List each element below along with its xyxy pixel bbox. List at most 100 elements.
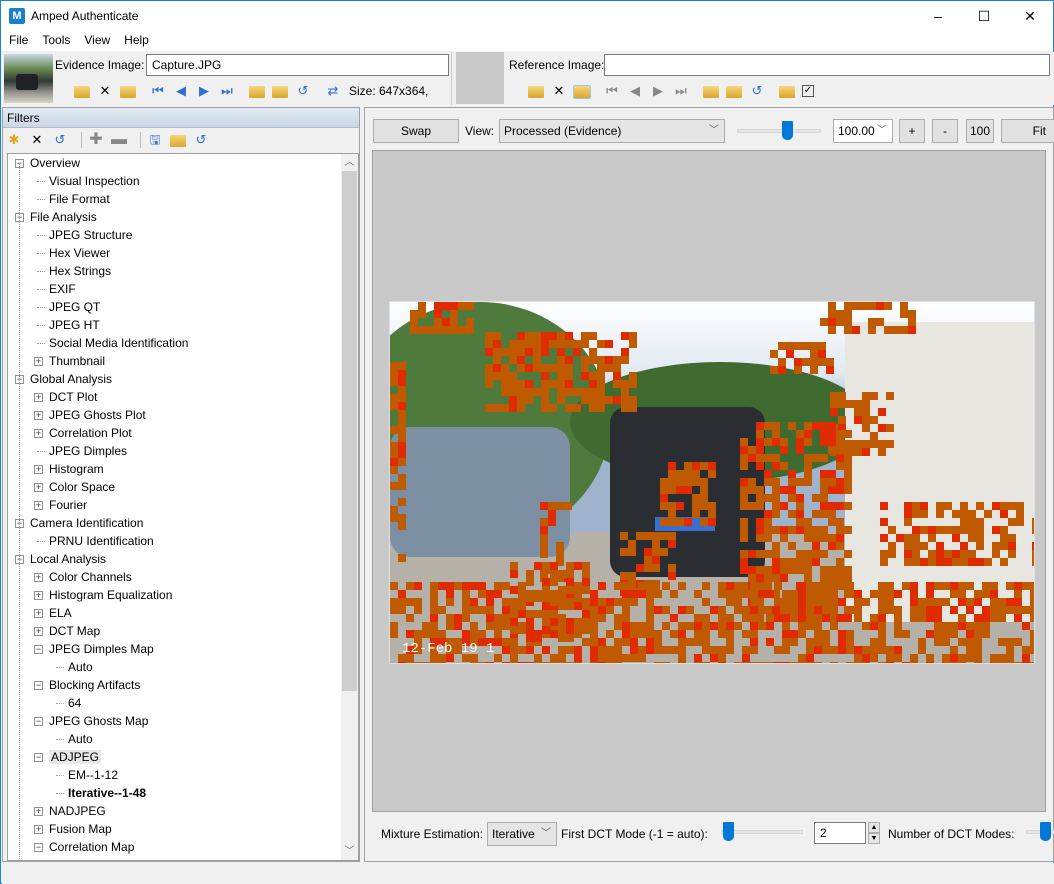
expand-icon[interactable]: + bbox=[34, 627, 43, 636]
expand-icon[interactable]: + bbox=[34, 465, 43, 474]
tree-item[interactable]: Fourier bbox=[49, 496, 87, 514]
ref-last-icon[interactable]: ⏭ bbox=[673, 83, 689, 99]
expand-icon[interactable]: + bbox=[34, 609, 43, 618]
export-folder-icon[interactable] bbox=[249, 86, 265, 98]
first-dct-mode-slider-thumb[interactable] bbox=[723, 822, 735, 841]
export-icon[interactable] bbox=[120, 86, 136, 98]
tree-item[interactable]: Auto bbox=[68, 658, 93, 676]
tree-item[interactable]: EM--1-12 bbox=[68, 766, 118, 784]
tree-item[interactable]: JPEG HT bbox=[49, 316, 100, 334]
scroll-down-icon[interactable]: ﹀ bbox=[341, 843, 358, 860]
ref-previous-icon[interactable]: ◀ bbox=[627, 83, 643, 99]
collapse-icon[interactable]: − bbox=[34, 717, 43, 726]
tree-item[interactable]: JPEG Ghosts Plot bbox=[49, 406, 146, 424]
tree-item[interactable]: File Analysis bbox=[30, 208, 97, 226]
save-icon[interactable]: 🖫 bbox=[147, 132, 163, 148]
tree-item[interactable]: Blocking Artifacts bbox=[49, 676, 140, 694]
tree-item[interactable]: JPEG QT bbox=[49, 298, 100, 316]
last-icon[interactable]: ⏭ bbox=[219, 83, 235, 99]
reset-icon[interactable]: ↺ bbox=[52, 132, 68, 148]
zoom-slider-thumb[interactable] bbox=[782, 121, 794, 140]
zoom-select[interactable]: 100.00 ﹀ bbox=[833, 119, 893, 143]
tree-item[interactable]: JPEG Dimples bbox=[49, 442, 127, 460]
ref-close-icon[interactable]: ✕ bbox=[551, 83, 567, 99]
fit-button[interactable]: Fit bbox=[1001, 119, 1054, 143]
zoom-in-button[interactable]: + bbox=[899, 119, 925, 143]
open-folder-icon[interactable] bbox=[74, 86, 90, 98]
reload-icon[interactable]: ↺ bbox=[295, 83, 311, 99]
tree-item[interactable]: ADJPEG bbox=[49, 748, 102, 766]
evidence-image-field[interactable]: Capture.JPG bbox=[146, 54, 449, 76]
refresh-icon[interactable]: ↺ bbox=[193, 132, 209, 148]
zoom-100-button[interactable]: 100 bbox=[966, 119, 994, 143]
new-filter-icon[interactable]: ✱ bbox=[6, 132, 22, 148]
menu-file[interactable]: File bbox=[1, 31, 35, 47]
tree-item[interactable]: Social Media Identification bbox=[49, 334, 188, 352]
scroll-thumb[interactable] bbox=[342, 171, 357, 691]
tree-item[interactable]: Hex Viewer bbox=[49, 244, 110, 262]
collapse-icon[interactable]: − bbox=[34, 753, 43, 762]
swap-button[interactable]: Swap bbox=[373, 119, 459, 143]
ref-next-icon[interactable]: ▶ bbox=[650, 83, 666, 99]
tree-item[interactable]: Correlation Plot bbox=[49, 424, 132, 442]
maximize-button[interactable]: ☐ bbox=[961, 1, 1007, 31]
tree-item[interactable]: Histogram Equalization bbox=[49, 586, 172, 604]
previous-icon[interactable]: ◀ bbox=[173, 83, 189, 99]
zoom-slider[interactable] bbox=[737, 129, 821, 133]
expand-icon[interactable]: + bbox=[34, 825, 43, 834]
expand-icon[interactable]: + bbox=[34, 807, 43, 816]
tree-item[interactable]: Overview bbox=[30, 154, 80, 172]
swap-icon[interactable]: ⇄ bbox=[325, 83, 341, 99]
menu-tools[interactable]: Tools bbox=[35, 31, 77, 47]
expand-icon[interactable]: + bbox=[34, 591, 43, 600]
menu-view[interactable]: View bbox=[77, 31, 117, 47]
view-select[interactable]: Processed (Evidence) ﹀ bbox=[499, 119, 725, 143]
close-window-button[interactable]: ✕ bbox=[1007, 1, 1053, 31]
ref-remove-folder-icon[interactable] bbox=[726, 86, 742, 98]
tree-item[interactable]: Auto bbox=[68, 730, 93, 748]
spin-up-icon[interactable]: ▲ bbox=[868, 822, 880, 833]
ref-export-icon[interactable] bbox=[573, 85, 591, 99]
tree-item[interactable]: Visual Inspection bbox=[49, 172, 140, 190]
collapse-icon[interactable]: − bbox=[34, 843, 43, 852]
tree-item[interactable]: Local Analysis bbox=[30, 550, 106, 568]
tree-item[interactable]: NADJPEG bbox=[49, 802, 106, 820]
expand-icon[interactable]: + bbox=[34, 411, 43, 420]
reference-image-field[interactable] bbox=[604, 54, 1050, 76]
expand-icon[interactable]: + bbox=[34, 357, 43, 366]
checkbox-icon[interactable]: ✓ bbox=[802, 85, 814, 97]
next-icon[interactable]: ▶ bbox=[196, 83, 212, 99]
ref-open-folder-icon[interactable] bbox=[528, 86, 544, 98]
zoom-out-button[interactable]: - bbox=[932, 119, 958, 143]
tree-item[interactable]: JPEG Dimples Map bbox=[49, 640, 154, 658]
first-icon[interactable]: ⏮ bbox=[150, 83, 166, 99]
tree-item[interactable]: Correlation Map bbox=[49, 838, 134, 856]
expand-icon[interactable]: + bbox=[34, 573, 43, 582]
collapse-icon[interactable]: − bbox=[34, 681, 43, 690]
tree-item[interactable]: Global Analysis bbox=[30, 370, 112, 388]
tree-item[interactable]: Color Space bbox=[49, 478, 115, 496]
remove-folder-icon[interactable] bbox=[272, 86, 288, 98]
number-of-dct-modes-slider-thumb[interactable] bbox=[1040, 822, 1051, 841]
collapse-icon[interactable]: − bbox=[34, 645, 43, 654]
first-dct-mode-spinner[interactable]: ▲ ▼ bbox=[868, 822, 880, 844]
tree-item[interactable]: JPEG Structure bbox=[49, 226, 132, 244]
add-icon[interactable]: ✚ bbox=[88, 132, 104, 148]
tree-item[interactable]: DCT Map bbox=[49, 622, 100, 640]
tree-item[interactable]: 64 bbox=[68, 694, 81, 712]
tree-item[interactable]: Histogram bbox=[49, 460, 104, 478]
tree-item[interactable]: DCT Plot bbox=[49, 388, 97, 406]
image-canvas[interactable]: 12-Feb 19 1 bbox=[372, 150, 1046, 812]
tree-item[interactable]: PRNU Identification bbox=[49, 532, 154, 550]
ref-first-icon[interactable]: ⏮ bbox=[604, 83, 620, 99]
remove-icon[interactable]: ▬ bbox=[111, 132, 127, 148]
open-icon[interactable] bbox=[170, 135, 186, 147]
tree-item[interactable]: Iterative--1-48 bbox=[68, 784, 146, 802]
expand-icon[interactable]: + bbox=[34, 393, 43, 402]
first-dct-mode-input[interactable]: 2 bbox=[814, 822, 866, 844]
tree-item[interactable]: Color Channels bbox=[49, 568, 132, 586]
scroll-up-icon[interactable]: ︿ bbox=[341, 154, 358, 171]
tree-item[interactable]: ELA bbox=[49, 604, 72, 622]
tree-item[interactable]: Fusion Map bbox=[49, 820, 112, 838]
delete-filter-icon[interactable]: ✕ bbox=[29, 132, 45, 148]
